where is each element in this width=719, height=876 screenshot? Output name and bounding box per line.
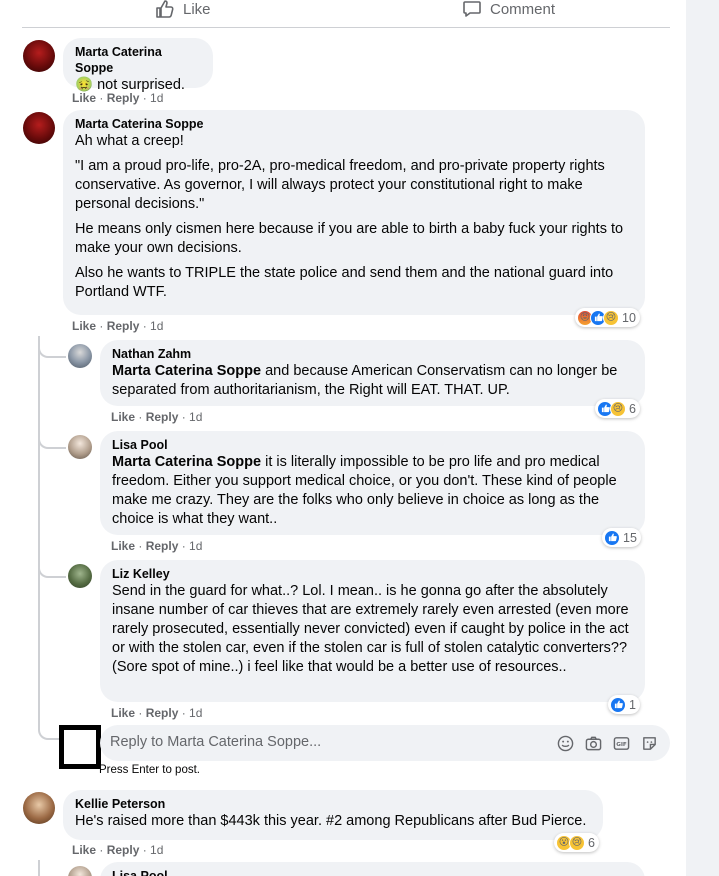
- reply-link[interactable]: Reply: [146, 410, 179, 424]
- reply-bubble: Nathan Zahm Marta Caterina Soppe and bec…: [100, 340, 645, 406]
- reply-link[interactable]: Reply: [107, 319, 140, 333]
- like-reply-link[interactable]: Like: [111, 539, 135, 553]
- comment-author[interactable]: Marta Caterina Soppe: [75, 44, 201, 76]
- reaction-summary[interactable]: 1: [608, 695, 640, 714]
- avatar[interactable]: [23, 792, 55, 824]
- current-user-avatar: [59, 725, 101, 769]
- timestamp[interactable]: 1d: [189, 539, 202, 553]
- reaction-summary[interactable]: 😮 😢 6: [554, 833, 599, 852]
- reaction-count: 6: [629, 401, 636, 416]
- thread-line: [38, 336, 40, 714]
- like-reply-link[interactable]: Like: [111, 706, 135, 720]
- comment-bubble: Marta Caterina Soppe Ah what a creep! "I…: [63, 110, 645, 315]
- speech-bubble-icon: [462, 0, 482, 19]
- like-reaction-icon: [604, 529, 620, 546]
- comment-meta: Like · Reply · 1d: [72, 91, 164, 105]
- comment-meta: Like · Reply · 1d: [72, 319, 164, 333]
- page-background-edge: [686, 0, 719, 876]
- reply-author[interactable]: Lisa Pool: [112, 437, 633, 453]
- thumbs-up-icon: [155, 0, 175, 19]
- like-post-button[interactable]: Like: [155, 0, 211, 20]
- like-comment-link[interactable]: Like: [72, 91, 96, 105]
- like-comment-link[interactable]: Like: [72, 843, 96, 857]
- reply-link[interactable]: Reply: [146, 706, 179, 720]
- emoji-icon[interactable]: [556, 734, 574, 752]
- thread-line: [38, 860, 40, 876]
- reply-author[interactable]: Nathan Zahm: [112, 346, 633, 362]
- svg-text:GIF: GIF: [616, 741, 627, 747]
- comment-post-button[interactable]: Comment: [462, 0, 555, 20]
- reply-author[interactable]: Liz Kelley: [112, 566, 633, 582]
- sad-reaction-icon: 😢: [610, 400, 626, 417]
- reply-composer[interactable]: Reply to Marta Caterina Soppe... GIF: [100, 725, 670, 761]
- timestamp[interactable]: 1d: [150, 319, 163, 333]
- sad-reaction-icon: 😢: [603, 309, 619, 326]
- comment-author[interactable]: Kellie Peterson: [75, 796, 591, 812]
- timestamp[interactable]: 1d: [150, 843, 163, 857]
- avatar[interactable]: [68, 866, 92, 876]
- reaction-count: 6: [588, 835, 595, 850]
- reaction-summary[interactable]: 😡 😢 10: [575, 308, 640, 327]
- comment-author[interactable]: Marta Caterina Soppe: [75, 116, 633, 132]
- reply-text: Marta Caterina Soppe and because America…: [112, 362, 633, 400]
- sticker-icon[interactable]: [640, 734, 658, 752]
- avatar[interactable]: [23, 40, 55, 72]
- comments-panel: Like Comment Marta Caterina Soppe 🤢 not …: [0, 0, 686, 876]
- reply-meta: Like · Reply · 1d: [111, 706, 203, 720]
- avatar[interactable]: [68, 344, 92, 368]
- reply-body: Send in the guard for what..? Lol. I mea…: [112, 583, 629, 675]
- reply-link[interactable]: Reply: [107, 91, 140, 105]
- avatar[interactable]: [68, 564, 92, 588]
- mention-link[interactable]: Marta Caterina Soppe: [112, 363, 261, 379]
- reaction-count: 15: [623, 530, 637, 545]
- comment-paragraph: Ah what a creep!: [75, 133, 184, 149]
- thread-branch: [38, 714, 60, 740]
- comment-bubble: Marta Caterina Soppe 🤢 not surprised.: [63, 38, 213, 93]
- reply-bubble: Lisa Pool: [100, 862, 645, 876]
- camera-icon[interactable]: [584, 734, 602, 752]
- reply-meta: Like · Reply · 1d: [111, 410, 203, 424]
- mention-link[interactable]: Marta Caterina Soppe: [112, 454, 261, 470]
- reply-bubble: Lisa Pool Marta Caterina Soppe it is lit…: [100, 431, 645, 535]
- comment-body: He's raised more than $443k this year. #…: [75, 813, 587, 829]
- reply-text: Marta Caterina Soppe it is literally imp…: [112, 453, 633, 529]
- comment-text: Ah what a creep! "I am a proud pro-life,…: [75, 132, 633, 302]
- comment-paragraph: "I am a proud pro-life, pro-2A, pro-medi…: [75, 158, 605, 212]
- like-reaction-icon: [610, 696, 626, 713]
- reply-author[interactable]: Lisa Pool: [112, 868, 633, 876]
- reply-link[interactable]: Reply: [107, 843, 140, 857]
- reaction-summary[interactable]: 😢 6: [595, 399, 640, 418]
- thread-branch: [38, 564, 66, 578]
- avatar[interactable]: [68, 435, 92, 459]
- reply-input[interactable]: Reply to Marta Caterina Soppe...: [110, 734, 321, 750]
- like-comment-link[interactable]: Like: [72, 319, 96, 333]
- like-reply-link[interactable]: Like: [111, 410, 135, 424]
- gif-icon[interactable]: GIF: [612, 734, 630, 752]
- timestamp[interactable]: 1d: [189, 410, 202, 424]
- avatar[interactable]: [23, 112, 55, 144]
- reply-meta: Like · Reply · 1d: [111, 539, 203, 553]
- thread-branch: [38, 435, 66, 449]
- reply-bubble: Liz Kelley Send in the guard for what..?…: [100, 560, 645, 702]
- composer-hint: Press Enter to post.: [99, 764, 200, 776]
- sad-reaction-icon: 😢: [569, 834, 585, 851]
- like-label: Like: [183, 0, 211, 18]
- reaction-summary[interactable]: 15: [602, 528, 641, 547]
- comment-paragraph: Also he wants to TRIPLE the state police…: [75, 265, 614, 300]
- thread-branch: [38, 344, 66, 358]
- reaction-count: 1: [629, 697, 636, 712]
- reaction-count: 10: [622, 310, 636, 325]
- comment-bubble: Kellie Peterson He's raised more than $4…: [63, 790, 603, 840]
- reply-link[interactable]: Reply: [146, 539, 179, 553]
- post-action-bar: Like Comment: [22, 0, 670, 28]
- timestamp[interactable]: 1d: [150, 91, 163, 105]
- timestamp[interactable]: 1d: [189, 706, 202, 720]
- comment-paragraph: He means only cismen here because if you…: [75, 221, 624, 256]
- comment-meta: Like · Reply · 1d: [72, 843, 164, 857]
- composer-toolbar: GIF: [556, 734, 658, 752]
- comment-label: Comment: [490, 0, 556, 18]
